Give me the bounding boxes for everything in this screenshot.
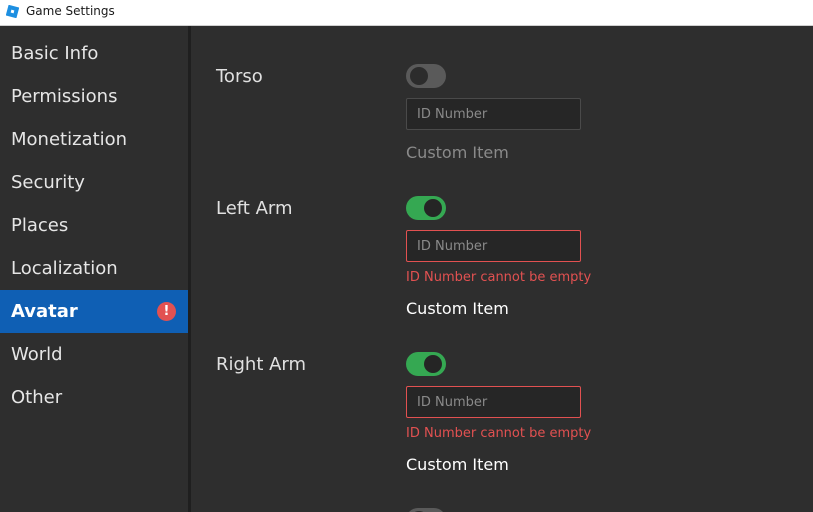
sidebar-item-other[interactable]: Other [0, 376, 188, 419]
sidebar-item-label: Security [11, 172, 85, 193]
left-arm-label: Left Arm [216, 198, 293, 219]
right-arm-error-message: ID Number cannot be empty [406, 426, 592, 441]
sidebar-item-label: Avatar [11, 301, 78, 322]
sidebar-item-security[interactable]: Security [0, 161, 188, 204]
error-badge-icon: ! [157, 302, 176, 321]
sidebar-item-localization[interactable]: Localization [0, 247, 188, 290]
left-arm-custom-item-label: Custom Item [406, 299, 509, 318]
torso-label: Torso [216, 66, 263, 87]
avatar-settings-panel: Torso Custom Item Left Arm ID Number can… [191, 26, 813, 512]
left-arm-error-message: ID Number cannot be empty [406, 270, 592, 285]
sidebar-item-world[interactable]: World [0, 333, 188, 376]
title-bar: Game Settings [0, 0, 813, 26]
sidebar-item-label: Permissions [11, 86, 118, 107]
torso-id-input[interactable] [406, 98, 581, 130]
sidebar-item-monetization[interactable]: Monetization [0, 118, 188, 161]
sidebar-item-label: Basic Info [11, 43, 99, 64]
sidebar-item-places[interactable]: Places [0, 204, 188, 247]
right-arm-id-input[interactable] [406, 386, 581, 418]
left-arm-toggle[interactable] [406, 196, 446, 220]
right-arm-custom-item-label: Custom Item [406, 455, 509, 474]
sidebar-item-permissions[interactable]: Permissions [0, 75, 188, 118]
torso-toggle[interactable] [406, 64, 446, 88]
sidebar-item-label: World [11, 344, 63, 365]
sidebar-item-label: Localization [11, 258, 118, 279]
roblox-studio-icon [6, 5, 19, 18]
sidebar-item-basic-info[interactable]: Basic Info [0, 32, 188, 75]
left-arm-id-input[interactable] [406, 230, 581, 262]
toggle-knob [424, 199, 442, 217]
torso-custom-item-label: Custom Item [406, 143, 509, 162]
sidebar-item-label: Other [11, 387, 63, 408]
right-arm-toggle[interactable] [406, 352, 446, 376]
sidebar-item-label: Places [11, 215, 69, 236]
settings-sidebar: Basic Info Permissions Monetization Secu… [0, 26, 188, 512]
window-title: Game Settings [26, 4, 115, 18]
sidebar-item-label: Monetization [11, 129, 128, 150]
right-arm-label: Right Arm [216, 354, 307, 375]
next-part-toggle[interactable] [406, 508, 446, 512]
sidebar-item-avatar[interactable]: Avatar ! [0, 290, 188, 333]
toggle-knob [410, 67, 428, 85]
toggle-knob [424, 355, 442, 373]
